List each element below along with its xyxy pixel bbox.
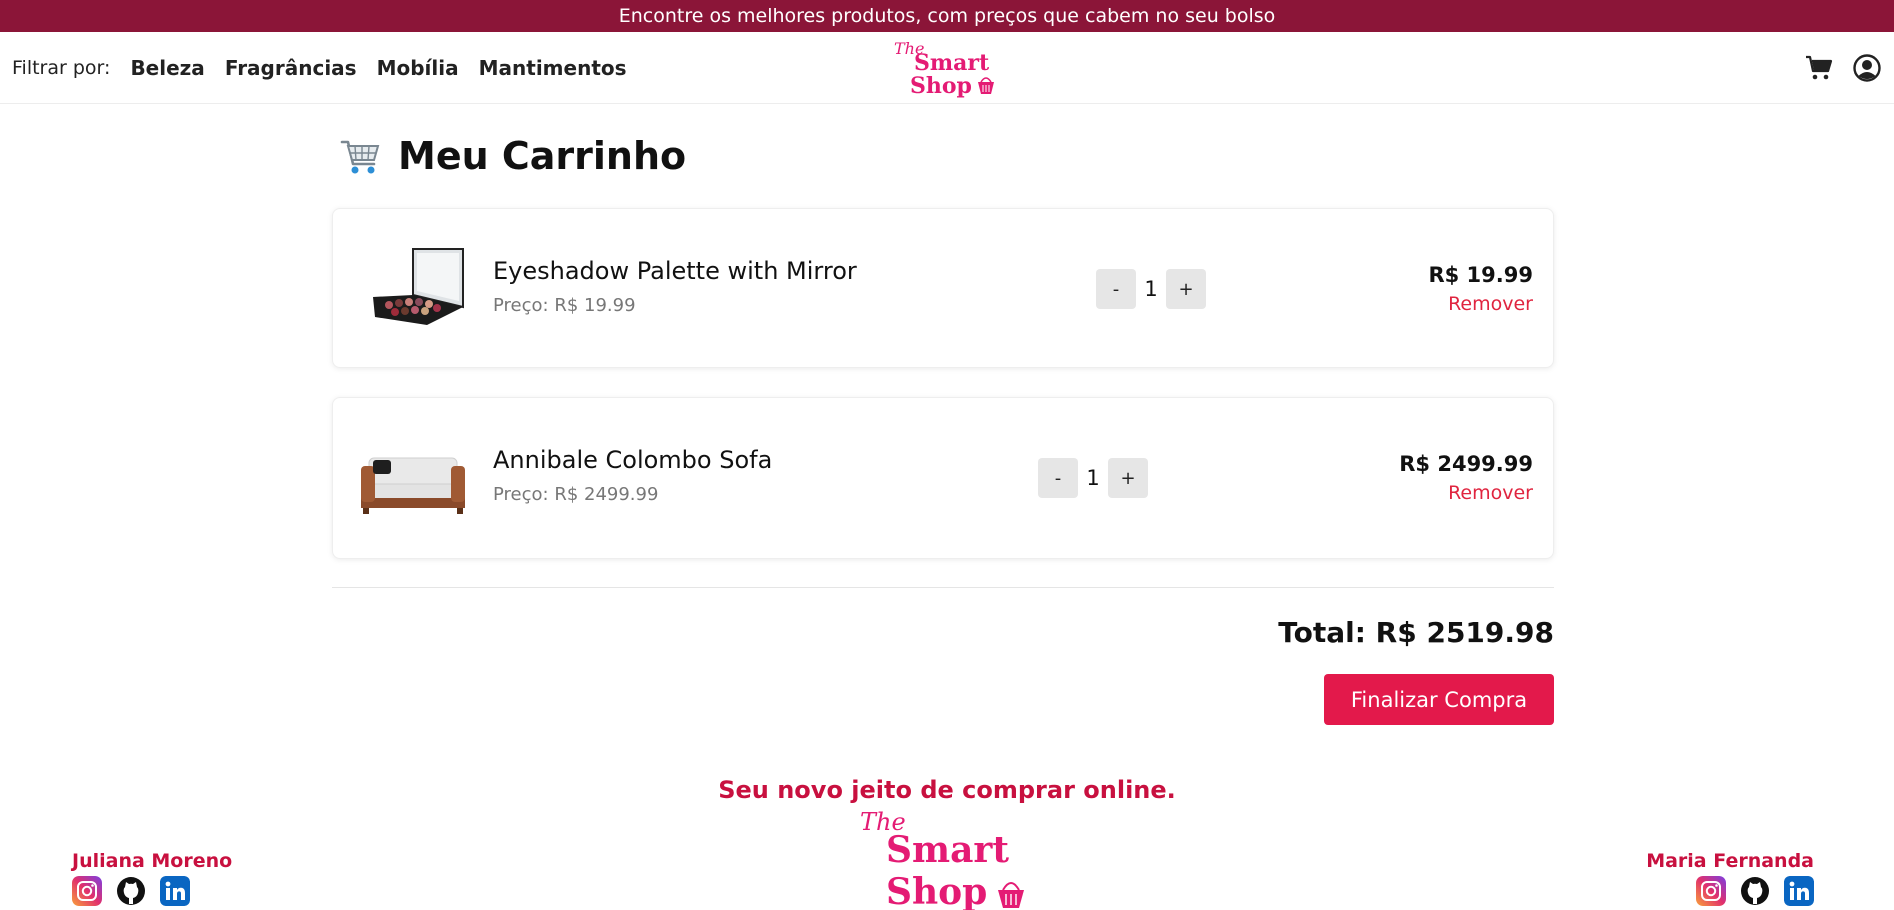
category-link-beleza[interactable]: Beleza — [130, 56, 204, 80]
linkedin-icon[interactable] — [160, 876, 190, 906]
item-name: Eyeshadow Palette with Mirror — [493, 257, 857, 285]
cart-divider — [332, 587, 1554, 588]
author-socials-left — [72, 876, 190, 906]
increment-button[interactable]: + — [1108, 458, 1148, 498]
logo-basket-icon — [978, 77, 994, 94]
quantity-stepper: - 1 + — [1096, 269, 1206, 309]
item-unit-price: Preço: R$ 2499.99 — [493, 484, 659, 505]
cart-total: Total: R$ 2519.98 — [1278, 616, 1554, 649]
eyeshadow-palette-image — [373, 248, 464, 325]
nav-icons — [1804, 32, 1882, 104]
promo-banner: Encontre os melhores produtos, com preço… — [0, 0, 1894, 32]
linkedin-icon[interactable] — [1784, 876, 1814, 906]
github-icon[interactable] — [116, 876, 146, 906]
item-name: Annibale Colombo Sofa — [493, 446, 773, 474]
remove-item-button[interactable]: Remover — [1448, 293, 1533, 315]
site-logo[interactable]: The Smart Shop — [892, 36, 996, 100]
top-navigation: Filtrar por: Beleza Fragrâncias Mobília … — [0, 32, 1894, 104]
github-icon[interactable] — [1740, 876, 1770, 906]
filter-label: Filtrar por: — [12, 56, 111, 79]
instagram-icon[interactable] — [1696, 876, 1726, 906]
logo-smart-text: Smart — [886, 829, 1009, 871]
item-line-total: R$ 2499.99 — [1399, 452, 1533, 476]
user-account-icon[interactable] — [1852, 53, 1882, 83]
cart-item: Eyeshadow Palette with Mirror Preço: R$ … — [332, 208, 1554, 368]
logo-shop-text: Shop — [910, 73, 972, 99]
logo-basket-icon — [998, 882, 1024, 908]
instagram-icon[interactable] — [72, 876, 102, 906]
promo-banner-text: Encontre os melhores produtos, com preço… — [618, 5, 1276, 27]
author-socials-right — [1696, 876, 1814, 906]
logo-shop-text: Shop — [886, 871, 987, 910]
decrement-button[interactable]: - — [1038, 458, 1078, 498]
decrement-button[interactable]: - — [1096, 269, 1136, 309]
remove-item-button[interactable]: Remover — [1448, 482, 1533, 504]
footer-logo: The Smart Shop — [860, 808, 1024, 910]
cart-item: Annibale Colombo Sofa Preço: R$ 2499.99 … — [332, 397, 1554, 559]
checkout-button[interactable]: Finalizar Compra — [1324, 674, 1554, 725]
category-link-mobilia[interactable]: Mobília — [377, 56, 459, 80]
category-link-fragrancias[interactable]: Fragrâncias — [225, 56, 357, 80]
author-name-right: Maria Fernanda — [1646, 850, 1814, 872]
author-name-left: Juliana Moreno — [72, 850, 233, 872]
item-unit-price: Preço: R$ 19.99 — [493, 295, 636, 316]
quantity-value: 1 — [1144, 277, 1158, 301]
quantity-value: 1 — [1086, 466, 1100, 490]
shopping-cart-icon — [340, 140, 380, 174]
page-title: Meu Carrinho — [398, 134, 687, 178]
footer-slogan: Seu novo jeito de comprar online. — [718, 776, 1176, 804]
increment-button[interactable]: + — [1166, 269, 1206, 309]
sofa-image — [361, 457, 465, 514]
category-link-mantimentos[interactable]: Mantimentos — [479, 56, 627, 80]
item-line-total: R$ 19.99 — [1428, 263, 1533, 287]
quantity-stepper: - 1 + — [1038, 458, 1148, 498]
cart-icon[interactable] — [1804, 53, 1834, 83]
cart-heading: Meu Carrinho — [332, 104, 1554, 208]
cart-section: Meu Carrinho Eyeshadow Palette with Mirr… — [332, 104, 1554, 725]
